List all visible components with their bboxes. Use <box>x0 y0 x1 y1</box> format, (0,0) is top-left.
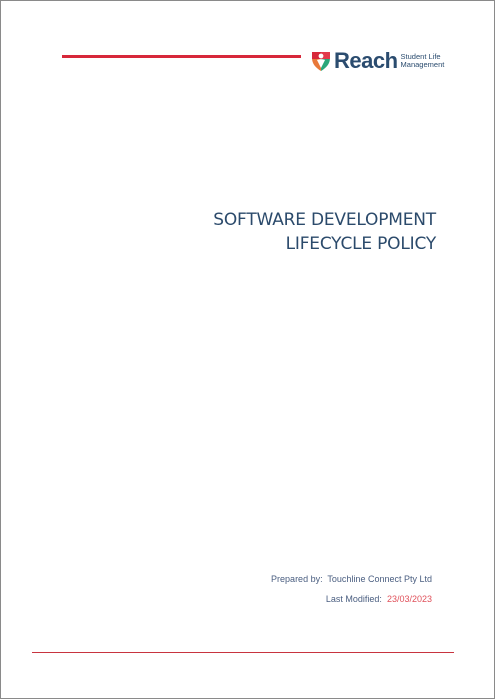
logo-tagline-line2: Management <box>400 60 445 69</box>
document-title-line2: LIFECYCLE POLICY <box>285 234 437 254</box>
prepared-by-label: Prepared by: <box>271 574 323 584</box>
document-title-line1: SOFTWARE DEVELOPMENT <box>213 210 436 230</box>
logo-tagline: Student Life Management <box>401 53 445 69</box>
prepared-by-value: Touchline Connect Pty Ltd <box>327 574 432 584</box>
document-title: SOFTWARE DEVELOPMENT LIFECYCLE POLICY <box>213 208 436 256</box>
document-page: Reach Student Life Management SOFTWARE D… <box>0 0 495 699</box>
footer-rule <box>32 652 454 653</box>
last-modified-value: 23/03/2023 <box>386 594 432 604</box>
document-meta: Prepared by: Touchline Connect Pty Ltd L… <box>271 569 432 609</box>
header-rule <box>62 55 301 58</box>
last-modified-label: Last Modified: <box>325 594 382 604</box>
reach-logo: Reach Student Life Management <box>311 47 444 75</box>
last-modified-row: Last Modified: 23/03/2023 <box>271 589 432 609</box>
reach-logo-mark-icon <box>312 52 330 71</box>
prepared-by-row: Prepared by: Touchline Connect Pty Ltd <box>271 569 432 589</box>
logo-wordmark: Reach <box>334 48 398 73</box>
